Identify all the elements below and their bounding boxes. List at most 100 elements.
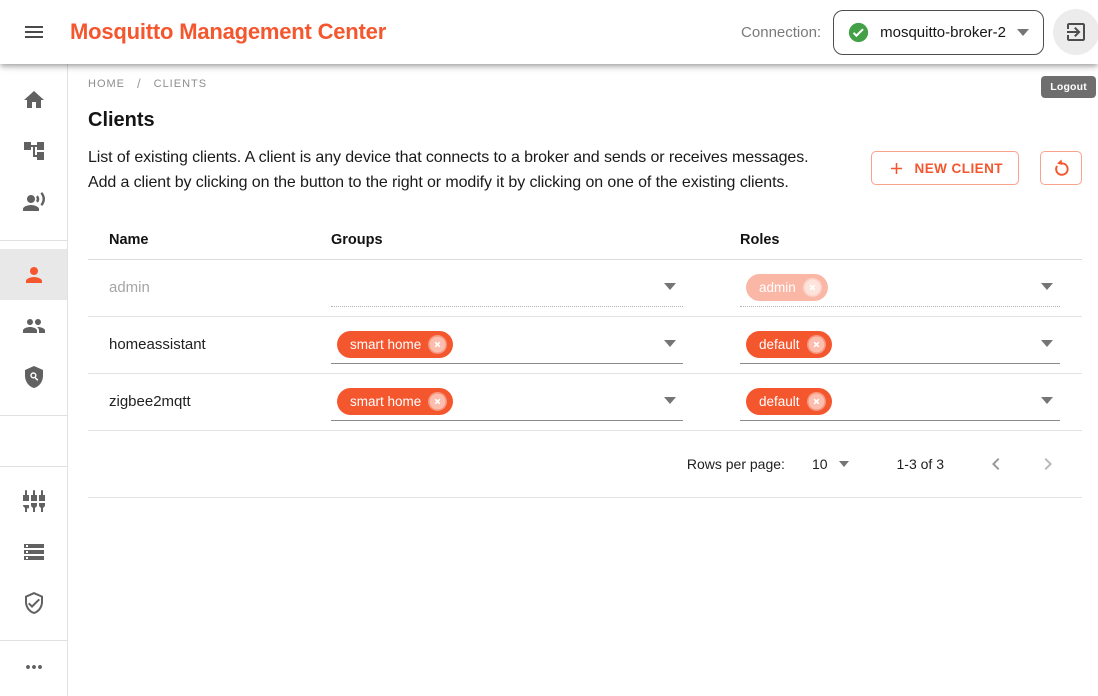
chip-delete-icon[interactable] [807, 335, 826, 354]
breadcrumb-clients: CLIENTS [154, 78, 207, 90]
pagination: Rows per page: 10 1-3 of 3 [88, 431, 1082, 498]
sidebar-item-streams[interactable] [0, 526, 67, 577]
record-voice-icon [22, 190, 46, 214]
column-header-name: Name [88, 232, 330, 248]
new-client-button[interactable]: NEW CLIENT [871, 151, 1020, 185]
chevron-down-icon[interactable] [664, 397, 676, 404]
sidebar-item-security[interactable] [0, 577, 67, 628]
roles-select[interactable]: admin [740, 269, 1060, 307]
chevron-down-icon[interactable] [664, 283, 676, 290]
client-name: zigbee2mqtt [109, 393, 191, 410]
previous-page-button[interactable] [984, 452, 1008, 476]
chevron-left-icon [984, 452, 1008, 476]
roles-chip: default [746, 331, 832, 358]
sidebar-item-roles[interactable] [0, 351, 67, 402]
app-title: Mosquitto Management Center [70, 19, 386, 45]
clients-table: Name Groups Roles admin admin homeassistan… [88, 221, 1082, 498]
home-icon [22, 88, 46, 112]
menu-button[interactable] [18, 16, 50, 48]
groups-chip: smart home [337, 388, 453, 415]
chip-delete-icon[interactable] [807, 392, 826, 411]
chevron-down-icon [839, 461, 849, 467]
person-icon [22, 263, 46, 287]
check-circle-icon [848, 22, 869, 43]
column-header-groups: Groups [330, 232, 739, 248]
sidebar-item-connections[interactable] [0, 176, 67, 227]
roles-select[interactable]: default [740, 326, 1060, 364]
chevron-down-icon[interactable] [1041, 283, 1053, 290]
chip-label: smart home [350, 337, 421, 352]
groups-chip: smart home [337, 331, 453, 358]
connection-select[interactable]: mosquitto-broker-2 [833, 10, 1044, 55]
chip-delete-icon[interactable] [803, 278, 822, 297]
refresh-icon [1050, 157, 1073, 180]
chevron-down-icon[interactable] [664, 340, 676, 347]
topology-icon [22, 139, 46, 163]
client-name: admin [109, 279, 150, 296]
connection-area: Connection: mosquitto-broker-2 [741, 9, 1098, 55]
cancel-icon [807, 392, 826, 411]
next-page-button[interactable] [1036, 452, 1060, 476]
chip-delete-icon[interactable] [428, 335, 447, 354]
chevron-right-icon [1036, 452, 1060, 476]
table-row[interactable]: admin admin [88, 260, 1082, 317]
people-icon [22, 314, 46, 338]
cancel-icon [803, 278, 822, 297]
logout-button[interactable] [1053, 9, 1098, 55]
cancel-icon [428, 335, 447, 354]
plugins-icon [22, 489, 46, 513]
main-content: HOME / CLIENTS Clients List of existing … [68, 0, 1098, 498]
roles-select[interactable]: default [740, 383, 1060, 421]
table-header: Name Groups Roles [88, 221, 1082, 260]
sidebar [0, 64, 68, 696]
logout-icon [1064, 20, 1088, 44]
cancel-icon [428, 392, 447, 411]
client-name: homeassistant [109, 336, 206, 353]
shield-check-icon [22, 591, 46, 615]
rows-per-page-label: Rows per page: [687, 456, 785, 472]
new-client-label: NEW CLIENT [915, 161, 1004, 176]
chevron-down-icon [1017, 29, 1029, 36]
connection-value: mosquitto-broker-2 [880, 24, 1006, 41]
chip-delete-icon[interactable] [428, 392, 447, 411]
more-horiz-icon [22, 655, 46, 679]
chip-label: smart home [350, 394, 421, 409]
sidebar-item-groups[interactable] [0, 300, 67, 351]
sidebar-item-topology[interactable] [0, 125, 67, 176]
groups-select[interactable] [331, 269, 683, 307]
chevron-down-icon[interactable] [1041, 397, 1053, 404]
groups-select[interactable]: smart home [331, 326, 683, 364]
shield-search-icon [22, 365, 46, 389]
column-header-roles: Roles [739, 232, 1082, 248]
logout-tooltip: Logout [1041, 76, 1096, 98]
sidebar-item-home[interactable] [0, 74, 67, 125]
breadcrumb-separator: / [137, 76, 142, 91]
refresh-button[interactable] [1040, 151, 1082, 185]
table-row[interactable]: zigbee2mqtt smart home default [88, 374, 1082, 431]
page-title: Clients [88, 109, 1082, 132]
connection-label: Connection: [741, 24, 821, 41]
sidebar-item-more[interactable] [0, 641, 67, 692]
breadcrumb: HOME / CLIENTS [88, 76, 1082, 91]
sidebar-item-clients[interactable] [0, 249, 67, 300]
sidebar-spacer [0, 416, 67, 466]
storage-icon [22, 540, 46, 564]
page-actions: NEW CLIENT [871, 151, 1083, 195]
page-description: List of existing clients. A client is an… [88, 145, 836, 195]
chevron-down-icon[interactable] [1041, 340, 1053, 347]
roles-chip: admin [746, 274, 828, 301]
groups-select[interactable]: smart home [331, 383, 683, 421]
app-bar: Mosquitto Management Center Connection: … [0, 0, 1098, 64]
rows-per-page-value: 10 [812, 456, 828, 472]
table-body: admin admin homeassistant smart home default… [88, 260, 1082, 431]
sidebar-divider [0, 240, 67, 241]
table-row[interactable]: homeassistant smart home default [88, 317, 1082, 374]
roles-chip: default [746, 388, 832, 415]
sidebar-item-plugins[interactable] [0, 475, 67, 526]
breadcrumb-home[interactable]: HOME [88, 78, 125, 90]
pagination-range: 1-3 of 3 [897, 456, 944, 472]
plus-icon [887, 159, 906, 178]
chip-label: admin [759, 280, 796, 295]
cancel-icon [807, 335, 826, 354]
rows-per-page-select[interactable]: 10 [812, 456, 849, 472]
